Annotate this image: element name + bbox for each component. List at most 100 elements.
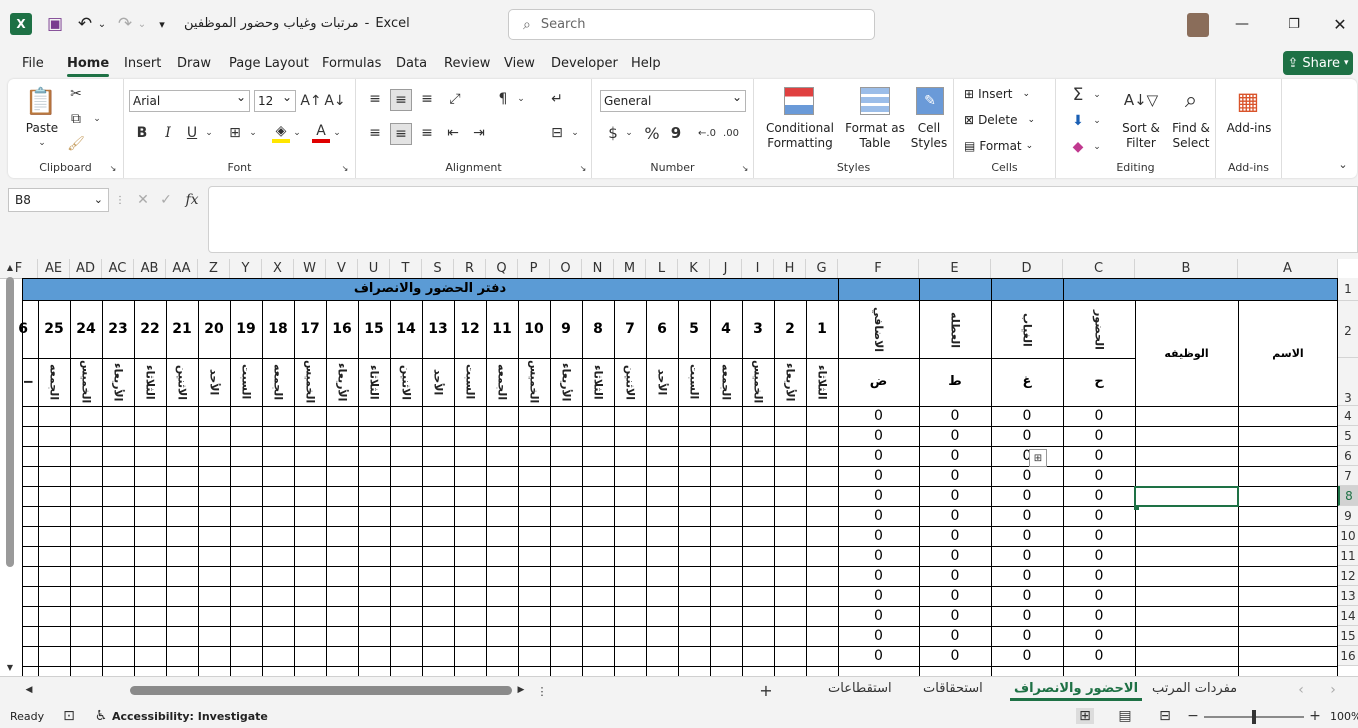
day-number[interactable]: 11: [486, 301, 518, 358]
chevron-down-icon[interactable]: ⌄: [248, 125, 258, 141]
value-cell[interactable]: 0: [919, 546, 991, 566]
quick-analysis-icon[interactable]: ⊞: [1029, 449, 1047, 467]
weekday-cell[interactable]: الخميس: [294, 358, 326, 406]
scroll-right-icon[interactable]: ▶: [514, 683, 528, 697]
value-cell[interactable]: 0: [838, 486, 919, 506]
value-cell[interactable]: 0: [1063, 446, 1135, 466]
restore-icon[interactable]: ❐: [1284, 12, 1304, 36]
menu-developer[interactable]: Developer: [551, 56, 618, 71]
column-header[interactable]: AA: [166, 259, 198, 279]
dialog-launcher-icon[interactable]: ↘: [340, 163, 350, 173]
column-header[interactable]: B: [1135, 259, 1238, 279]
row-header[interactable]: 8: [1338, 486, 1358, 506]
column-header[interactable]: E: [919, 259, 991, 279]
borders-icon[interactable]: ⊞: [226, 123, 244, 143]
chevron-down-icon[interactable]: ⌄: [516, 91, 526, 107]
value-cell[interactable]: 0: [1063, 466, 1135, 486]
number-format-select[interactable]: General: [600, 87, 746, 112]
value-cell[interactable]: 0: [919, 526, 991, 546]
name-box[interactable]: B8 ⌄: [8, 188, 109, 212]
column-header[interactable]: A: [1238, 259, 1338, 279]
value-cell[interactable]: 0: [919, 506, 991, 526]
currency-button[interactable]: $: [606, 123, 620, 143]
weekday-cell[interactable]: الجمعه: [710, 358, 742, 406]
value-cell[interactable]: 0: [838, 526, 919, 546]
menu-help[interactable]: Help: [631, 56, 661, 71]
decrease-indent-icon[interactable]: ⇤: [444, 123, 462, 143]
value-cell[interactable]: 0: [991, 426, 1063, 446]
day-number[interactable]: 13: [422, 301, 454, 358]
value-cell[interactable]: 0: [919, 606, 991, 626]
horizontal-scrollbar[interactable]: [130, 686, 512, 695]
value-cell[interactable]: 0: [838, 586, 919, 606]
page-break-view-icon[interactable]: ⊟: [1156, 708, 1174, 724]
format-painter-icon[interactable]: 🖌: [67, 135, 85, 153]
column-header[interactable]: S: [422, 259, 454, 279]
text-direction-icon[interactable]: ¶: [494, 89, 512, 109]
value-cell[interactable]: 0: [991, 546, 1063, 566]
weekday-cell[interactable]: السبت: [230, 358, 262, 406]
value-cell[interactable]: 0: [991, 566, 1063, 586]
column-header[interactable]: G: [806, 259, 838, 279]
value-cell[interactable]: 0: [991, 466, 1063, 486]
column-header[interactable]: O: [550, 259, 582, 279]
save-icon[interactable]: ▣: [44, 12, 66, 36]
row-header[interactable]: 6: [1338, 446, 1358, 466]
day-number[interactable]: 7: [614, 301, 646, 358]
row-header[interactable]: 4: [1338, 406, 1358, 426]
zoom-level[interactable]: 100%: [1330, 710, 1358, 723]
value-cell[interactable]: 0: [1063, 626, 1135, 646]
row-header[interactable]: 1: [1338, 278, 1358, 301]
format-cells-button[interactable]: ▤ Format ⌄: [964, 139, 1054, 154]
font-name-select[interactable]: Arial: [129, 87, 250, 112]
day-number[interactable]: 1: [806, 301, 838, 358]
summary-header-cell[interactable]: الاضافي: [838, 301, 919, 358]
day-number[interactable]: 6: [646, 301, 678, 358]
tab-attendance[interactable]: الاحضور والانصراف: [1009, 681, 1143, 701]
value-cell[interactable]: 0: [919, 626, 991, 646]
chevron-right-icon[interactable]: ›: [1326, 682, 1340, 698]
day-number[interactable]: 17: [294, 301, 326, 358]
weekday-cell[interactable]: الجمعه: [486, 358, 518, 406]
value-cell[interactable]: 0: [838, 466, 919, 486]
summary-code[interactable]: ط: [919, 358, 991, 406]
chevron-down-icon[interactable]: ⌄: [570, 125, 580, 141]
column-header[interactable]: T: [390, 259, 422, 279]
column-header[interactable]: F: [838, 259, 919, 279]
day-number[interactable]: 2: [774, 301, 806, 358]
orientation-icon[interactable]: ⤢: [444, 89, 466, 109]
value-cell[interactable]: 0: [838, 546, 919, 566]
autosum-icon[interactable]: Σ: [1068, 85, 1088, 105]
column-header[interactable]: AB: [134, 259, 166, 279]
chevron-down-icon[interactable]: ⌄: [1092, 87, 1102, 103]
day-number[interactable]: 10: [518, 301, 550, 358]
format-as-table-button[interactable]: Format as Table: [844, 121, 906, 151]
weekday-cell[interactable]: الثلاثاء: [134, 358, 166, 406]
zoom-out-icon[interactable]: −: [1186, 708, 1200, 724]
increase-decimal-icon[interactable]: ←.0: [696, 123, 718, 143]
undo-icon[interactable]: ↶: [74, 12, 96, 36]
weekday-cell[interactable]: الاثنين: [166, 358, 198, 406]
value-cell[interactable]: 0: [838, 566, 919, 586]
chevron-down-icon[interactable]: ⌄: [1092, 139, 1102, 155]
bold-button[interactable]: B: [134, 123, 150, 143]
customize-toolbar-icon[interactable]: ▾: [154, 12, 170, 36]
day-number[interactable]: 25: [38, 301, 70, 358]
value-cell[interactable]: 0: [1063, 406, 1135, 426]
summary-code[interactable]: ح: [1063, 358, 1135, 406]
day-number[interactable]: 22: [134, 301, 166, 358]
chevron-down-icon[interactable]: ⌄: [204, 125, 214, 141]
cell-styles-button[interactable]: Cell Styles: [906, 121, 952, 151]
macro-record-icon[interactable]: ⊡: [60, 708, 78, 724]
paste-button[interactable]: Paste: [22, 121, 62, 136]
column-header[interactable]: Q: [486, 259, 518, 279]
fill-icon[interactable]: ⬇: [1068, 111, 1088, 131]
value-cell[interactable]: 0: [991, 506, 1063, 526]
value-cell[interactable]: 0: [919, 426, 991, 446]
column-header[interactable]: X: [262, 259, 294, 279]
fill-color-icon[interactable]: ◈: [272, 123, 290, 143]
menu-data[interactable]: Data: [396, 56, 427, 71]
summary-header-cell[interactable]: الغياب: [991, 301, 1063, 358]
align-bottom-icon[interactable]: ≡: [418, 89, 436, 109]
accessibility-status[interactable]: Accessibility: Investigate: [112, 710, 268, 723]
